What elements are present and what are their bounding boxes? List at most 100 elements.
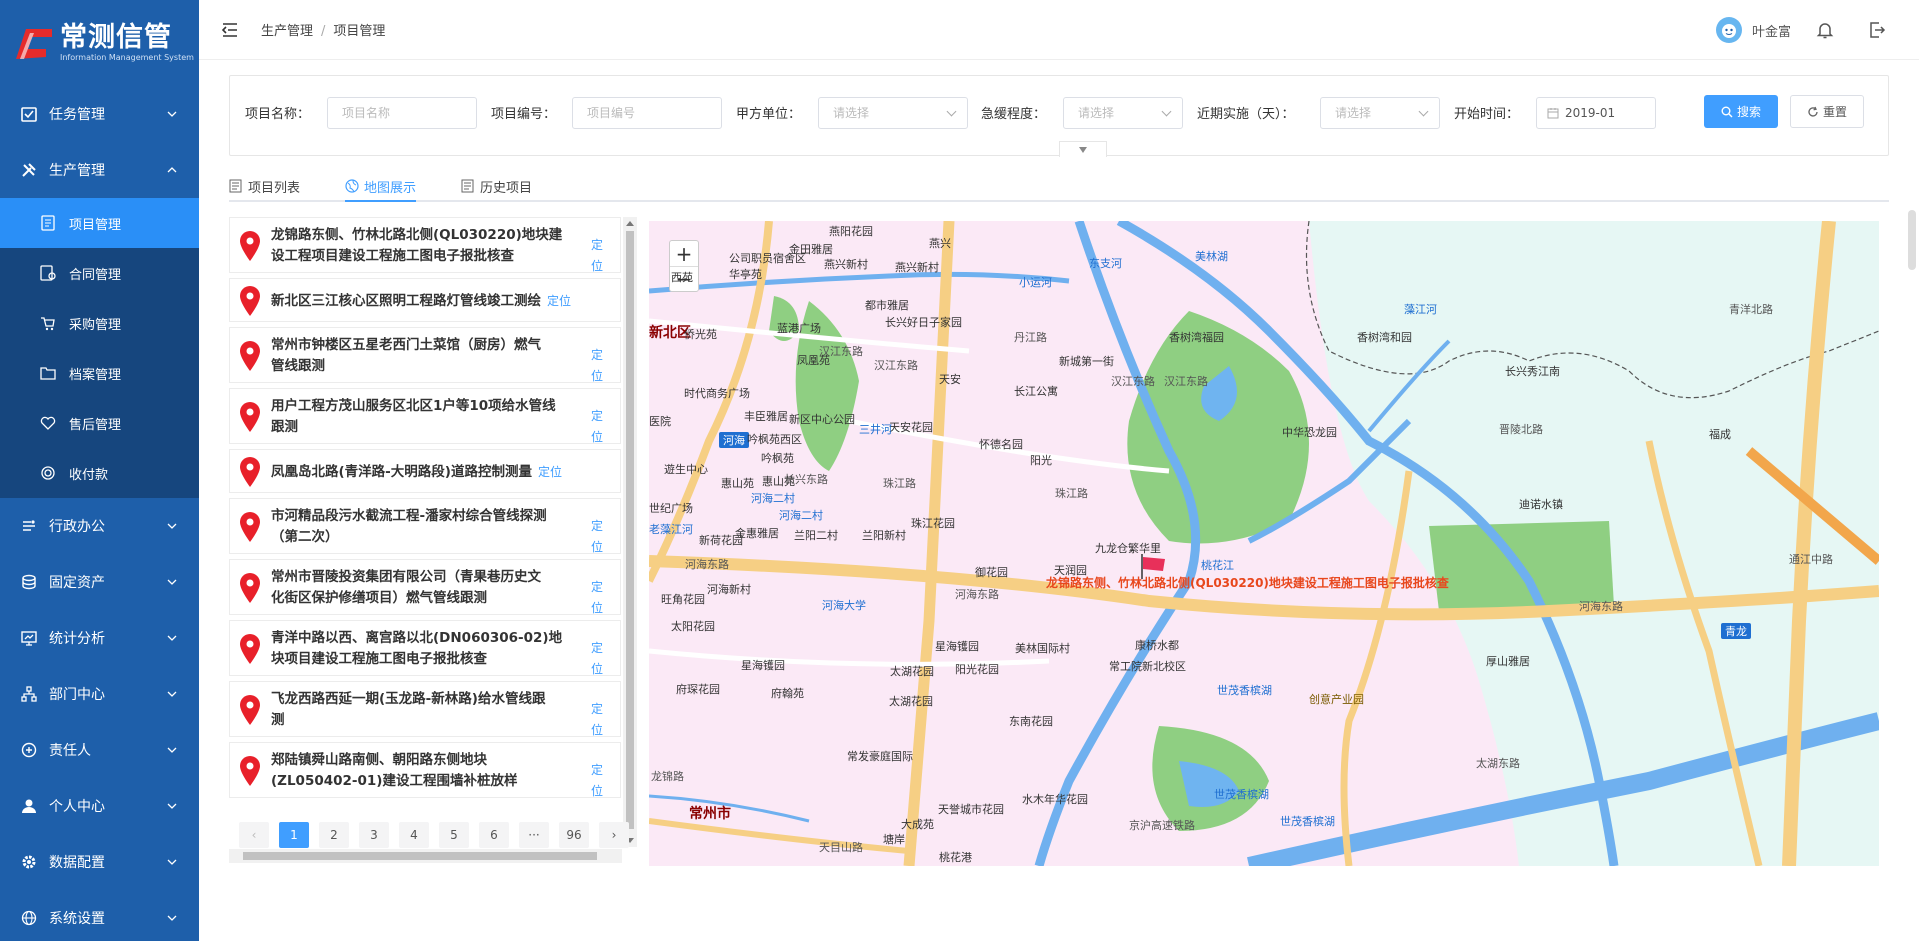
menu-fold-icon[interactable]	[221, 21, 239, 39]
chevron-down-icon	[167, 859, 177, 865]
tab-map-view[interactable]: 地图展示	[345, 172, 417, 202]
bell-icon[interactable]	[1815, 20, 1835, 40]
project-list-item[interactable]: 常州市晋陵投资集团有限公司（青果巷历史文 化街区保护修缮项目）燃气管线跟测 定位	[229, 559, 621, 615]
page-button-6[interactable]: 6	[479, 822, 509, 848]
menu-item-department[interactable]: 部门中心	[0, 666, 199, 722]
next-page-button[interactable]: ›	[599, 822, 629, 848]
project-marker-label[interactable]: 龙锦路东侧、竹林北路北侧(QL030220)地块建设工程施工图电子报批核查	[1046, 574, 1449, 591]
project-list-item[interactable]: 龙锦路东侧、竹林北路北侧(QL030220)地块建 设工程项目建设工程施工图电子报…	[229, 217, 621, 273]
map-place-label: 新区中心公园	[789, 413, 855, 426]
project-list-item[interactable]: 新北区三江核心区照明工程路灯管线竣工测绘 定位	[229, 278, 621, 322]
page-button-5[interactable]: 5	[439, 822, 469, 848]
menu-item-task[interactable]: 任务管理	[0, 86, 199, 142]
map-place-label: 星海镬园	[935, 640, 979, 653]
logout-icon[interactable]	[1867, 20, 1887, 40]
chevron-down-icon	[167, 691, 177, 697]
locate-link[interactable]: 定位	[591, 345, 603, 387]
map-place-label: 东支河	[1089, 257, 1122, 270]
project-title-line: 郑陆镇舜山路南侧、朝阳路东侧地块	[271, 752, 487, 768]
locate-link[interactable]: 定位	[591, 638, 603, 680]
scroll-up-arrow-icon[interactable]	[626, 221, 634, 226]
breadcrumb-item[interactable]: 生产管理	[261, 24, 313, 39]
tools-icon	[20, 161, 38, 179]
project-list-item[interactable]: 凤凰岛北路(青洋路-大明路段)道路控制测量 定位	[229, 449, 621, 493]
page-button-2[interactable]: 2	[319, 822, 349, 848]
project-code-input[interactable]: 项目编号	[572, 97, 722, 129]
menu-label: 责任人	[49, 743, 91, 759]
project-list-item[interactable]: 用户工程方茂山服务区北区1户等10项给水管线 跟测 定位	[229, 388, 621, 444]
filter-panel: 项目名称： 项目名称 项目编号： 项目编号 甲方单位： 请选择 急缓程度： 请选…	[229, 75, 1889, 157]
menu-item-responsible[interactable]: 责任人	[0, 722, 199, 778]
map-place-label: 太湖东路	[1476, 757, 1520, 770]
locate-link[interactable]: 定位	[591, 516, 603, 558]
location-pin-icon	[240, 457, 260, 487]
map-place-label: 府翰苑	[771, 687, 804, 700]
page-button-1[interactable]: 1	[279, 822, 309, 848]
sidebar-item-payments[interactable]: 收付款	[0, 448, 199, 498]
contract-icon	[40, 265, 56, 281]
menu-item-fixed-assets[interactable]: 固定资产	[0, 554, 199, 610]
locate-link[interactable]: 定位	[591, 699, 603, 741]
zoom-in-button[interactable]: +	[670, 241, 698, 266]
recent-days-select[interactable]: 请选择	[1320, 97, 1440, 129]
reset-button[interactable]: 重置	[1790, 95, 1864, 128]
project-name-input[interactable]: 项目名称	[327, 97, 477, 129]
project-list-item[interactable]: 青洋中路以西、离宫路以北(DN060306-02)地 块项目建设工程施工图电子报批…	[229, 620, 621, 676]
start-time-picker[interactable]: 2019-01	[1536, 97, 1656, 129]
location-pin-icon	[240, 634, 260, 664]
locate-link[interactable]: 定位	[538, 465, 562, 479]
sidebar-item-purchase-management[interactable]: 采购管理	[0, 298, 199, 348]
list-vertical-scrollbar[interactable]	[623, 217, 637, 847]
list-horizontal-scrollbar[interactable]	[229, 849, 622, 863]
locate-link[interactable]: 定位	[547, 294, 571, 308]
menu-item-data-config[interactable]: 数据配置	[0, 834, 199, 890]
prev-page-button[interactable]: ‹	[239, 822, 269, 848]
map-place-label: 惠山苑	[721, 477, 754, 490]
project-list-item[interactable]: 市河精品段污水截流工程-潘家村综合管线探测 （第二次） 定位	[229, 498, 621, 554]
map-canvas	[649, 221, 1879, 866]
coins-icon	[40, 465, 56, 481]
menu-item-system-settings[interactable]: 系统设置	[0, 890, 199, 946]
tab-history-projects[interactable]: 历史项目	[461, 172, 532, 200]
sidebar-item-contract-management[interactable]: 合同管理	[0, 248, 199, 298]
avatar[interactable]	[1715, 17, 1742, 43]
username[interactable]: 叶金富	[1752, 21, 1791, 40]
project-title-line: 常州市钟楼区五星老西门土菜馆（厨房）燃气	[271, 337, 541, 353]
project-list-item[interactable]: 飞龙西路西延一期(玉龙路-新林路)给水管线跟测定位	[229, 681, 621, 737]
menu-item-personal[interactable]: 个人中心	[0, 778, 199, 834]
sidebar-item-project-management[interactable]: 项目管理	[0, 198, 199, 248]
page-button-3[interactable]: 3	[359, 822, 389, 848]
sidebar-item-archive-management[interactable]: 档案管理	[0, 348, 199, 398]
map-place-label: 天安花园	[889, 421, 933, 434]
map-place-label: 凤凰苑	[797, 354, 830, 367]
project-list-item[interactable]: 常州市钟楼区五星老西门土菜馆（厨房）燃气 管线跟测 定位	[229, 327, 621, 383]
page-button-last[interactable]: 96	[559, 822, 589, 848]
map-place-label: 香树湾福园	[1169, 331, 1224, 344]
locate-link[interactable]: 定位	[591, 406, 603, 448]
map-place-label: 丹江路	[1014, 331, 1047, 344]
map-place-label: 创意产业园	[1309, 693, 1364, 706]
map-view[interactable]: + − 燕阳花园 燕兴 公司职员宿舍区 金田雅居 燕兴新村 燕兴新村 美林湖 华亭苑 小运河 东支…	[649, 221, 1879, 866]
tab-project-list[interactable]: 项目列表	[229, 172, 300, 200]
sidebar-item-after-sales[interactable]: 售后管理	[0, 398, 199, 448]
locate-link[interactable]: 定位	[591, 577, 603, 619]
page-button-4[interactable]: 4	[399, 822, 429, 848]
page-scrollbar[interactable]	[1908, 210, 1916, 270]
menu-item-production[interactable]: 生产管理	[0, 142, 199, 198]
map-place-label: 河海二村	[779, 509, 823, 522]
menu-item-statistics[interactable]: 统计分析	[0, 610, 199, 666]
search-button[interactable]: 搜索	[1704, 95, 1778, 128]
locate-link[interactable]: 定位	[591, 760, 603, 802]
urgency-select[interactable]: 请选择	[1063, 97, 1183, 129]
scrollbar-thumb[interactable]	[626, 231, 634, 829]
menu-item-admin-office[interactable]: 行政办公	[0, 498, 199, 554]
filter-expand-toggle[interactable]	[1059, 141, 1107, 157]
map-place-label: 汉江东路	[1164, 375, 1208, 388]
locate-link[interactable]: 定位	[591, 235, 603, 277]
document-icon	[40, 215, 56, 231]
page-ellipsis[interactable]: ···	[519, 822, 549, 848]
project-list-item[interactable]: 郑陆镇舜山路南侧、朝阳路东侧地块 (ZL050402-01)建设工程围墙补桩放样定…	[229, 742, 621, 798]
scrollbar-thumb[interactable]	[243, 852, 597, 860]
map-place-label: 常工院新北校区	[1109, 660, 1186, 673]
client-select[interactable]: 请选择	[818, 97, 968, 129]
